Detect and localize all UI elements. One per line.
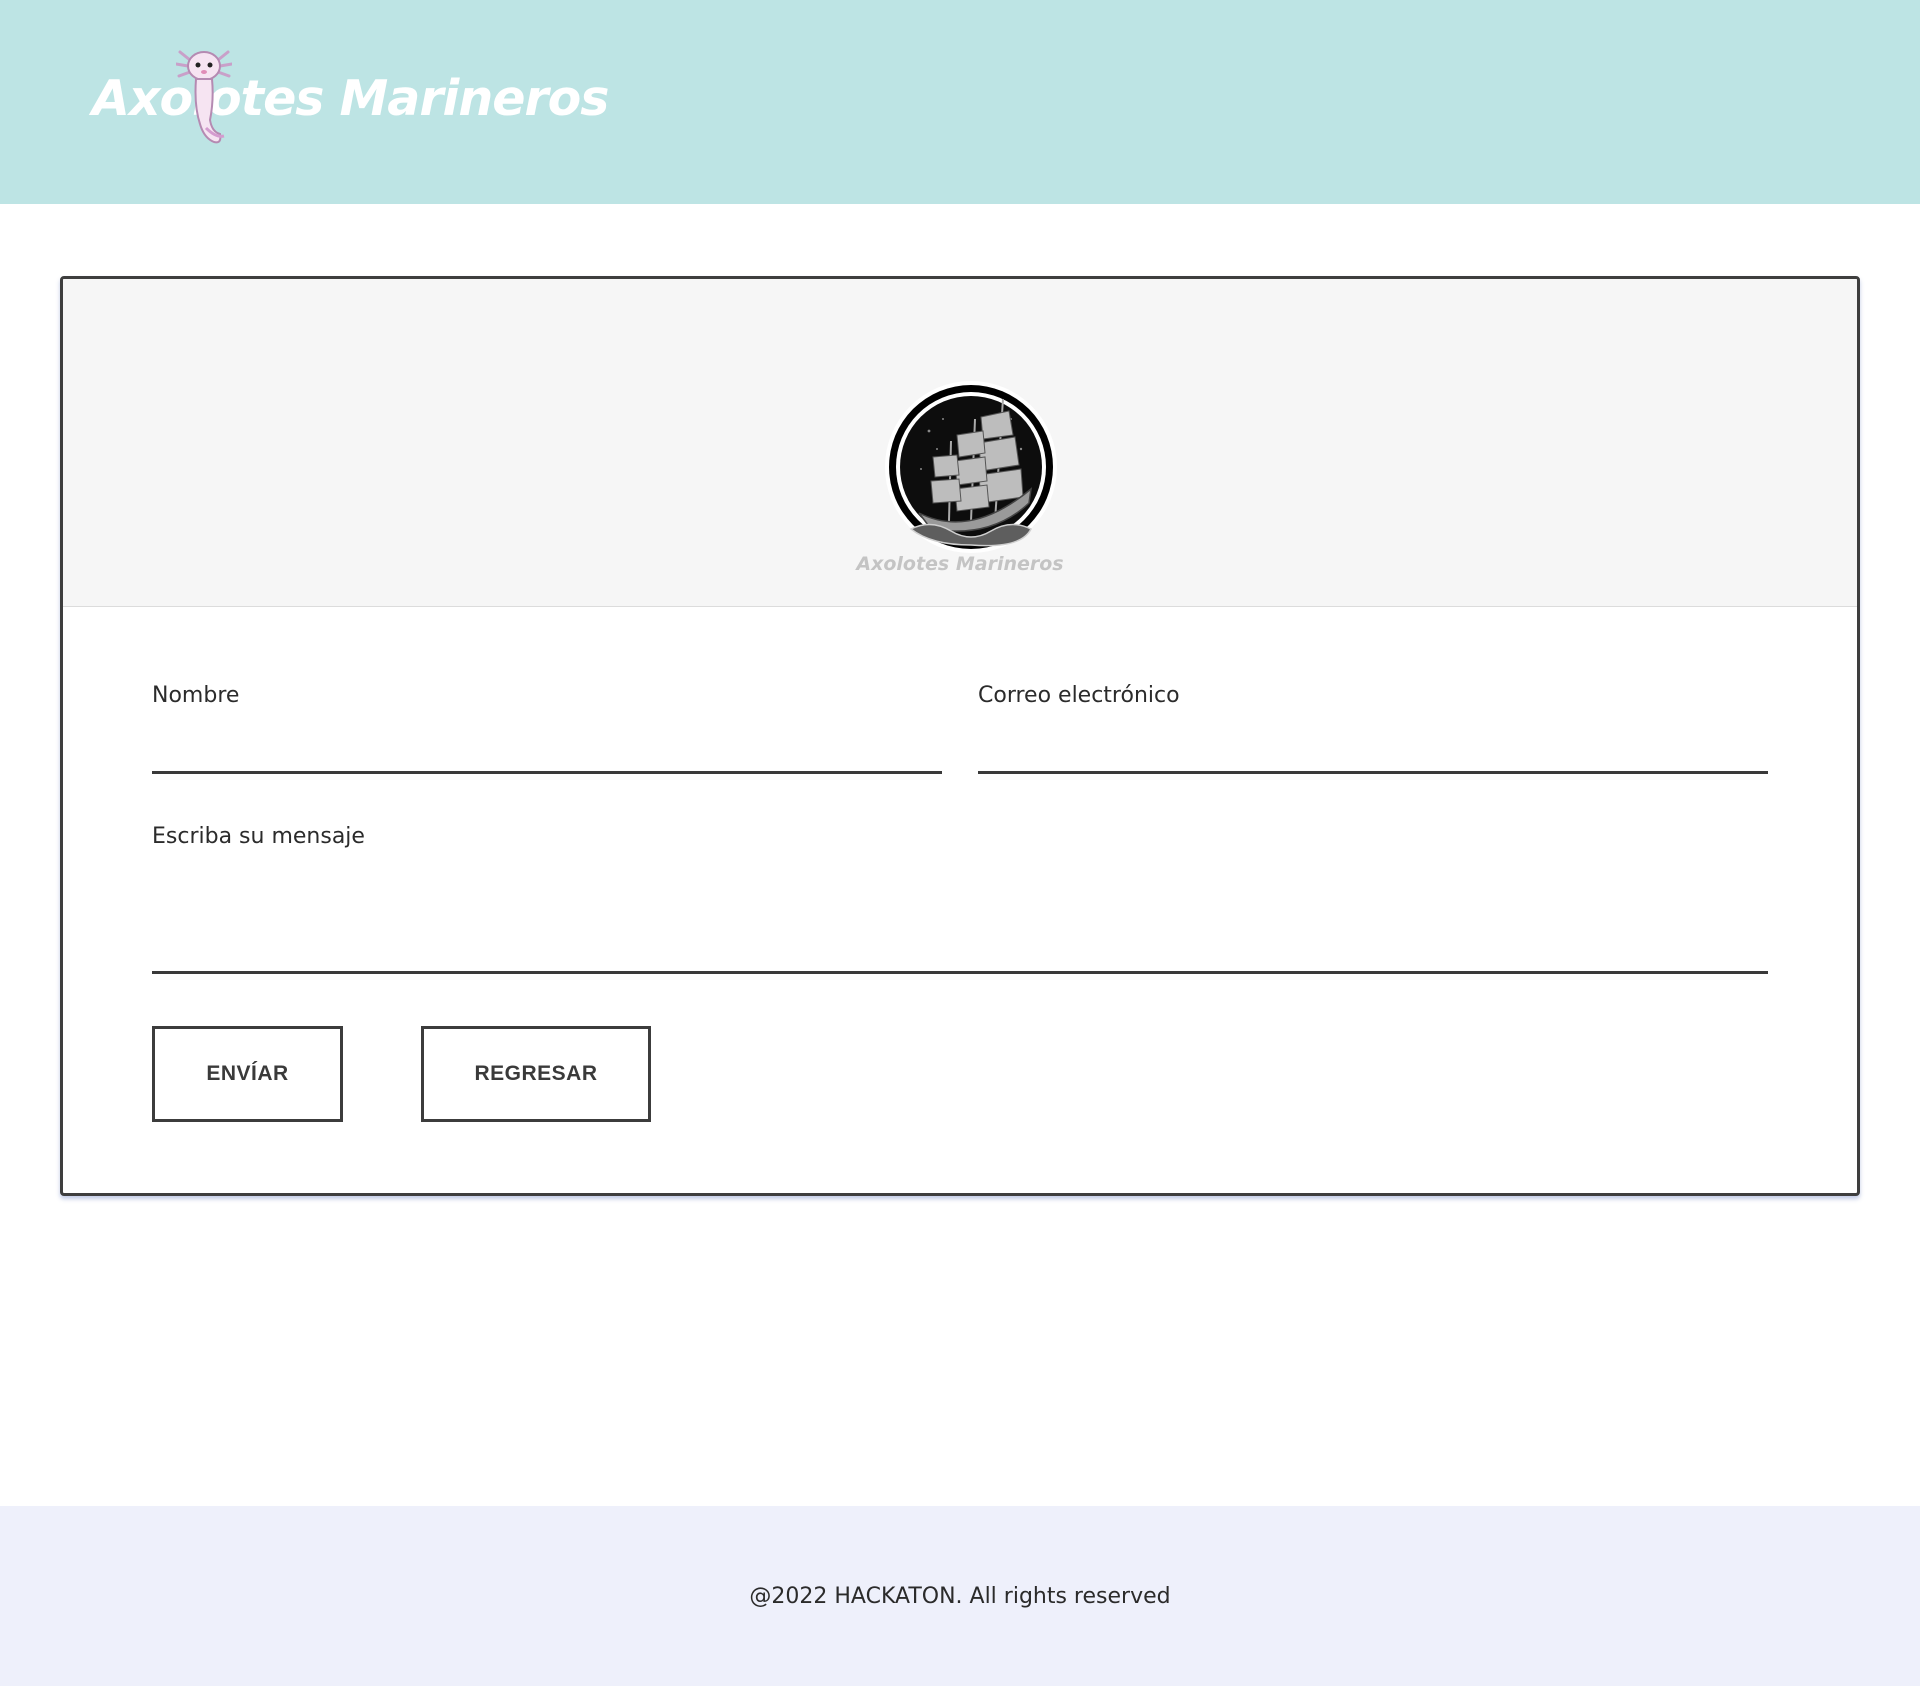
message-textarea[interactable] — [152, 971, 1768, 974]
back-button[interactable]: REGRESAR — [421, 1026, 651, 1122]
email-input[interactable] — [978, 771, 1768, 774]
site-header: Axolotes Marineros — [0, 0, 1920, 204]
brand-logo[interactable]: Axolotes Marineros — [92, 46, 609, 146]
name-input[interactable] — [152, 771, 942, 774]
logo-caption: Axolotes Marineros — [856, 553, 1064, 575]
axolotl-icon — [176, 50, 232, 144]
ship-icon — [885, 381, 1057, 553]
brand-title: Axolotes Marineros — [92, 70, 609, 127]
contact-card: Axolotes Marineros Nombre Correo electró… — [60, 276, 1860, 1196]
email-label: Correo electrónico — [978, 683, 1180, 708]
card-banner: Axolotes Marineros — [63, 279, 1857, 607]
site-footer: @2022 HACKATON. All rights reserved — [0, 1506, 1920, 1686]
submit-button[interactable]: ENVÍAR — [152, 1026, 343, 1122]
name-label: Nombre — [152, 683, 240, 708]
message-label: Escriba su mensaje — [152, 824, 365, 849]
copyright-text: @2022 HACKATON. All rights reserved — [749, 1583, 1171, 1609]
